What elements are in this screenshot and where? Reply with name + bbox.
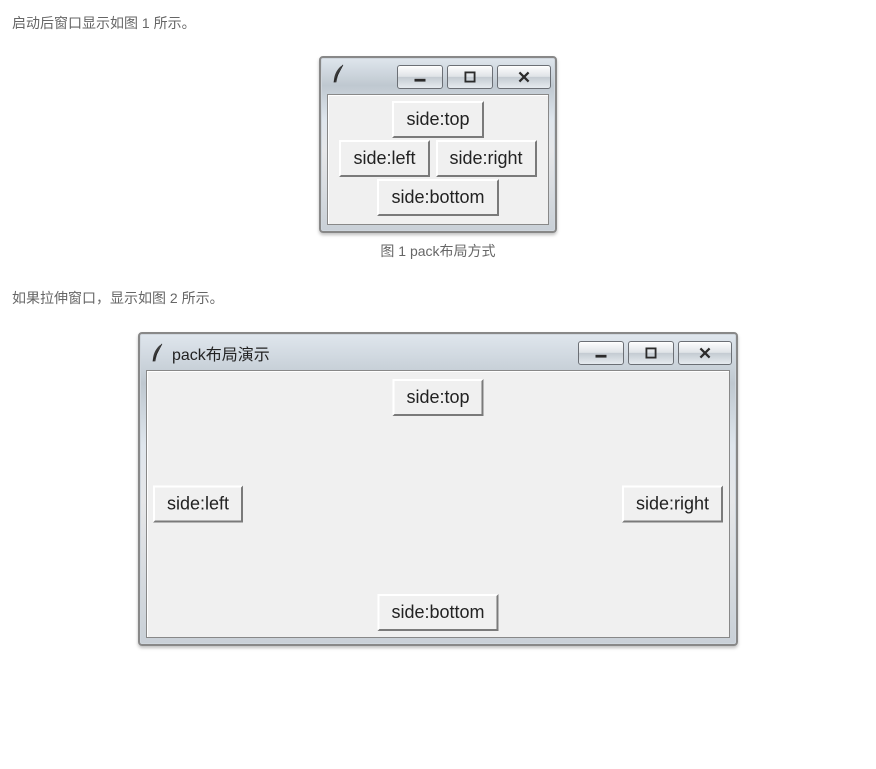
figure-1-caption: 图 1 pack布局方式	[12, 241, 864, 261]
tk-label-bottom: side:bottom	[377, 179, 498, 216]
figure-1-container: side:top side:left side:right side:botto…	[12, 56, 864, 233]
window-buttons	[397, 65, 551, 89]
tk-window-2: pack布局演示 side:top side:left	[138, 332, 738, 646]
tk-label-right: side:right	[436, 140, 537, 177]
minimize-button[interactable]	[578, 341, 624, 365]
pack-mid-region: side:left side:right	[332, 140, 544, 177]
close-button[interactable]	[678, 341, 732, 365]
tk-label-left: side:left	[153, 485, 243, 522]
tk-feather-icon	[150, 343, 164, 363]
maximize-button[interactable]	[447, 65, 493, 89]
window-buttons	[578, 341, 732, 365]
tk-feather-icon	[331, 64, 345, 84]
tk-label-top: side:top	[392, 379, 483, 416]
tk-label-left: side:left	[339, 140, 429, 177]
minimize-button[interactable]	[397, 65, 443, 89]
tk-label-bottom: side:bottom	[377, 594, 498, 631]
doc-paragraph-2: 如果拉伸窗口，显示如图 2 所示。	[12, 287, 864, 309]
pack-top-region: side:top	[332, 101, 544, 138]
tk-label-top: side:top	[392, 101, 483, 138]
figure-2-container: pack布局演示 side:top side:left	[12, 332, 864, 646]
window-title-text: pack布局演示	[172, 341, 270, 365]
doc-paragraph-1: 启动后窗口显示如图 1 所示。	[12, 12, 864, 34]
titlebar[interactable]: pack布局演示	[140, 334, 736, 370]
titlebar[interactable]	[321, 58, 555, 94]
tk-label-right: side:right	[622, 485, 723, 522]
tk-window-1: side:top side:left side:right side:botto…	[319, 56, 557, 233]
window-title-left	[331, 64, 345, 84]
window-title-left: pack布局演示	[150, 341, 270, 365]
maximize-button[interactable]	[628, 341, 674, 365]
close-button[interactable]	[497, 65, 551, 89]
client-area: side:top side:left side:right side:botto…	[327, 94, 549, 225]
client-area: side:top side:left side:right side:botto…	[146, 370, 730, 638]
pack-bottom-region: side:bottom	[332, 179, 544, 216]
